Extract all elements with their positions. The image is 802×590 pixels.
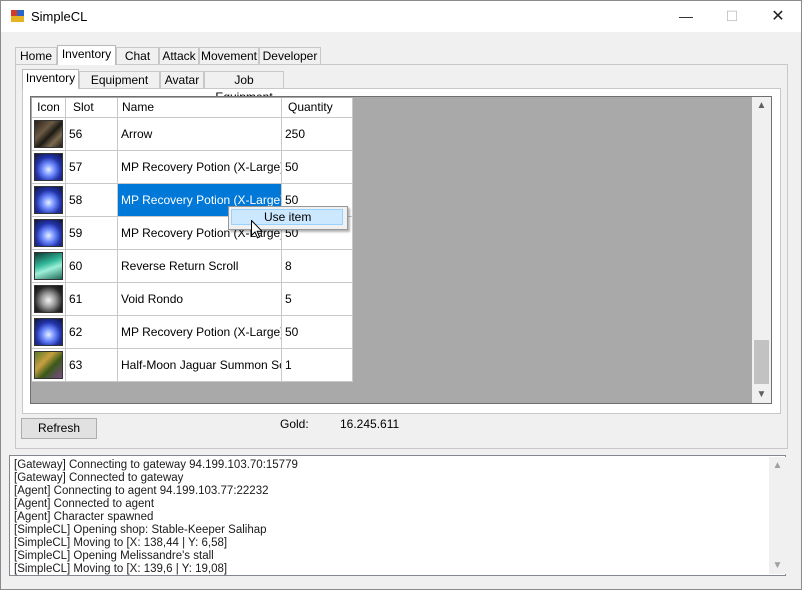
name-cell: Void Rondo bbox=[118, 283, 282, 316]
scroll-down-icon[interactable]: ▼ bbox=[752, 386, 771, 403]
subtab-avatar[interactable]: Avatar bbox=[160, 71, 204, 88]
minimize-button[interactable]: — bbox=[663, 1, 709, 32]
slot-cell: 59 bbox=[66, 217, 118, 250]
quantity-cell: 50 bbox=[282, 316, 353, 349]
arrow-item-icon bbox=[34, 120, 63, 148]
slot-cell: 63 bbox=[66, 349, 118, 382]
tab-movement[interactable]: Movement bbox=[199, 47, 259, 64]
subtab-inventory[interactable]: Inventory bbox=[22, 69, 79, 89]
slot-cell: 60 bbox=[66, 250, 118, 283]
slot-cell: 56 bbox=[66, 118, 118, 151]
icon-cell bbox=[32, 151, 66, 184]
quantity-cell: 8 bbox=[282, 250, 353, 283]
return-scroll-icon bbox=[34, 252, 63, 280]
icon-cell bbox=[32, 316, 66, 349]
log-line: [SimpleCL] Opening Melissandre's stall bbox=[14, 550, 214, 562]
tab-attack[interactable]: Attack bbox=[159, 47, 199, 64]
icon-cell bbox=[32, 250, 66, 283]
mp-potion-icon bbox=[34, 186, 63, 214]
column-header-quantity[interactable]: Quantity bbox=[282, 98, 353, 118]
scrollbar-thumb[interactable] bbox=[754, 340, 769, 384]
quantity-cell: 1 bbox=[282, 349, 353, 382]
icon-cell bbox=[32, 184, 66, 217]
log-line: [Agent] Connecting to agent 94.199.103.7… bbox=[14, 485, 269, 497]
log-line: [Gateway] Connected to gateway bbox=[14, 472, 184, 484]
name-cell: Reverse Return Scroll bbox=[118, 250, 282, 283]
name-cell: Half-Moon Jaguar Summon Scroll bbox=[118, 349, 282, 382]
log-line: [SimpleCL] Opening shop: Stable-Keeper S… bbox=[14, 524, 267, 536]
mp-potion-icon bbox=[34, 219, 63, 247]
close-button[interactable]: ✕ bbox=[755, 1, 801, 32]
app-icon bbox=[11, 10, 24, 22]
name-cell: MP Recovery Potion (X-Large) bbox=[118, 151, 282, 184]
slot-cell: 62 bbox=[66, 316, 118, 349]
tab-inventory[interactable]: Inventory bbox=[57, 45, 116, 65]
scroll-up-icon[interactable]: ▲ bbox=[752, 97, 771, 114]
table-row[interactable]: 57 MP Recovery Potion (X-Large) 50 bbox=[32, 151, 353, 184]
context-menu: Use item bbox=[228, 206, 348, 230]
jaguar-scroll-icon bbox=[34, 351, 63, 379]
mp-potion-icon bbox=[34, 153, 63, 181]
name-cell: MP Recovery Potion (X-Large) bbox=[118, 316, 282, 349]
subtab-job-equipment[interactable]: Job Equipment bbox=[204, 71, 284, 104]
icon-cell bbox=[32, 283, 66, 316]
icon-cell bbox=[32, 118, 66, 151]
table-row[interactable]: 56 Arrow 250 bbox=[32, 118, 353, 151]
column-header-slot[interactable]: Slot bbox=[66, 98, 118, 118]
quantity-cell: 50 bbox=[282, 151, 353, 184]
column-header-icon[interactable]: Icon bbox=[32, 98, 66, 118]
quantity-cell: 5 bbox=[282, 283, 353, 316]
tab-chat[interactable]: Chat bbox=[116, 47, 159, 64]
void-rondo-icon bbox=[34, 285, 63, 313]
slot-cell: 58 bbox=[66, 184, 118, 217]
tab-home[interactable]: Home bbox=[15, 47, 57, 64]
tab-developer[interactable]: Developer bbox=[259, 47, 321, 64]
quantity-cell: 250 bbox=[282, 118, 353, 151]
table-row[interactable]: 60 Reverse Return Scroll 8 bbox=[32, 250, 353, 283]
maximize-button[interactable]: ☐ bbox=[709, 1, 755, 32]
table-row[interactable]: 61 Void Rondo 5 bbox=[32, 283, 353, 316]
main-tab-strip: Home Inventory Chat Attack Movement Deve… bbox=[15, 45, 325, 65]
scroll-down-icon[interactable]: ▼ bbox=[769, 557, 786, 574]
table-row[interactable]: 62 MP Recovery Potion (X-Large) 50 bbox=[32, 316, 353, 349]
slot-cell: 57 bbox=[66, 151, 118, 184]
column-header-name[interactable]: Name bbox=[118, 98, 282, 118]
log-line: [Gateway] Connecting to gateway 94.199.1… bbox=[14, 459, 298, 471]
scroll-up-icon[interactable]: ▲ bbox=[769, 457, 786, 474]
refresh-button[interactable]: Refresh bbox=[21, 418, 97, 439]
log-scrollbar[interactable]: ▲ ▼ bbox=[769, 457, 786, 574]
log-line: [SimpleCL] Moving to [X: 138,44 | Y: 6,5… bbox=[14, 537, 228, 549]
window-title: SimpleCL bbox=[31, 9, 88, 24]
inventory-grid[interactable]: Icon Slot Name Quantity 56 Arrow 250 57 … bbox=[30, 96, 772, 404]
slot-cell: 61 bbox=[66, 283, 118, 316]
table-row[interactable]: 63 Half-Moon Jaguar Summon Scroll 1 bbox=[32, 349, 353, 382]
grid-scrollbar[interactable]: ▲ ▼ bbox=[752, 97, 771, 403]
mp-potion-icon bbox=[34, 318, 63, 346]
name-cell: Arrow bbox=[118, 118, 282, 151]
icon-cell bbox=[32, 349, 66, 382]
mouse-cursor-icon bbox=[251, 220, 263, 239]
log-textbox[interactable]: [Gateway] Connecting to gateway 94.199.1… bbox=[9, 455, 786, 576]
subtab-equipment[interactable]: Equipment bbox=[79, 71, 160, 88]
title-bar: SimpleCL — ☐ ✕ bbox=[1, 1, 801, 32]
gold-label: Gold: bbox=[280, 417, 309, 431]
gold-value: 16.245.611 bbox=[340, 417, 400, 431]
use-item-menu-item[interactable]: Use item bbox=[231, 209, 343, 225]
log-line: [Agent] Connected to agent bbox=[14, 498, 155, 510]
sub-tab-strip: Inventory Equipment Avatar Job Equipment bbox=[22, 69, 284, 104]
log-line: [Agent] Character spawned bbox=[14, 511, 154, 523]
log-line: [SimpleCL] Moving to [X: 139,6 | Y: 19,0… bbox=[14, 563, 228, 575]
icon-cell bbox=[32, 217, 66, 250]
